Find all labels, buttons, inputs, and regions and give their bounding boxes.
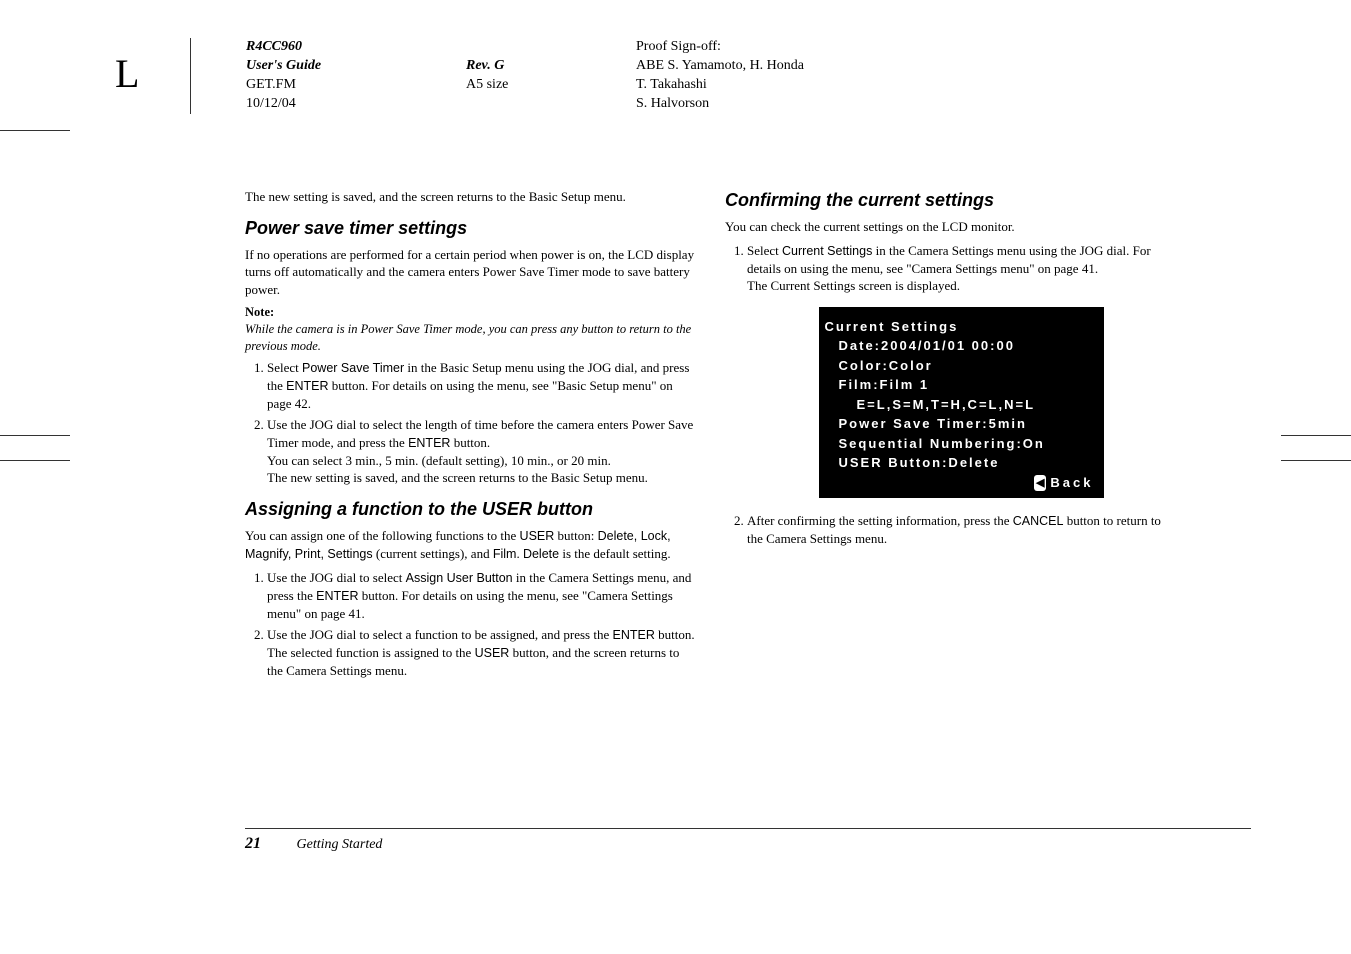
text: After confirming the setting information… — [747, 513, 1013, 528]
lcd-date: Date:2004/01/01 00:00 — [829, 336, 1094, 356]
lcd-color: Color:Color — [829, 356, 1094, 376]
text: button. — [450, 435, 490, 450]
confirm-step-1: Select Current Settings in the Camera Se… — [747, 242, 1175, 498]
confirm-intro: You can check the current settings on th… — [725, 218, 1175, 236]
signoff-2: T. Takahashi — [636, 76, 804, 95]
note-label: Note: — [245, 304, 695, 321]
crop-line — [1281, 460, 1351, 461]
text: button: — [554, 528, 597, 543]
header-right: Proof Sign-off: ABE S. Yamamoto, H. Hond… — [636, 38, 804, 114]
paper-size: A5 size — [466, 76, 636, 95]
power-step-2: Use the JOG dial to select the length of… — [267, 416, 695, 487]
lcd-power: Power Save Timer:5min — [829, 414, 1094, 434]
header-date: 10/12/04 — [246, 95, 466, 114]
intro-text: The new setting is saved, and the screen… — [245, 188, 695, 206]
doc-code: R4CC960 — [246, 38, 466, 57]
ui-term: ENTER — [316, 589, 358, 603]
ui-term: ENTER — [286, 379, 328, 393]
text: is the default setting. — [559, 546, 671, 561]
signoff-label: Proof Sign-off: — [636, 38, 804, 57]
header-left: R4CC960 User's Guide GET.FM 10/12/04 — [246, 38, 466, 114]
revision: Rev. G — [466, 57, 636, 76]
text: button. — [655, 627, 695, 642]
footer-rule — [245, 828, 1251, 829]
crop-line — [0, 435, 70, 436]
text: You can assign one of the following func… — [245, 528, 520, 543]
content: The new setting is saved, and the screen… — [245, 188, 1251, 686]
text: The selected function is assigned to the… — [267, 644, 695, 679]
right-column: Confirming the current settings You can … — [725, 188, 1175, 686]
header: R4CC960 User's Guide GET.FM 10/12/04 Rev… — [190, 38, 1251, 114]
power-steps: Select Power Save Timer in the Basic Set… — [245, 359, 695, 487]
page-number: 21 — [245, 835, 261, 852]
assign-intro: You can assign one of the following func… — [245, 527, 695, 563]
doc-title: User's Guide — [246, 57, 466, 76]
heading-confirm: Confirming the current settings — [725, 188, 1175, 212]
lcd-user: USER Button:Delete — [829, 453, 1094, 473]
heading-power-save: Power save timer settings — [245, 216, 695, 240]
lcd-screenshot: Current Settings Date:2004/01/01 00:00 C… — [819, 307, 1104, 499]
text: The Current Settings screen is displayed… — [747, 277, 1175, 295]
section-title: Getting Started — [297, 837, 383, 852]
crop-line — [0, 130, 70, 131]
heading-assign: Assigning a function to the USER button — [245, 497, 695, 521]
power-intro: If no operations are performed for a cer… — [245, 246, 695, 299]
ui-term: ENTER — [613, 628, 655, 642]
signoff-1: ABE S. Yamamoto, H. Honda — [636, 57, 804, 76]
assign-steps: Use the JOG dial to select Assign User B… — [245, 569, 695, 680]
ui-term: USER — [520, 529, 555, 543]
confirm-step-2: After confirming the setting information… — [747, 512, 1175, 547]
confirm-steps: Select Current Settings in the Camera Se… — [725, 242, 1175, 548]
note-body: While the camera is in Power Save Timer … — [245, 321, 695, 355]
lcd-seq: Sequential Numbering:On — [829, 434, 1094, 454]
header-mid: Rev. G A5 size — [466, 38, 636, 114]
text: (current settings), and — [373, 546, 493, 561]
lcd-back-label: Back — [1050, 475, 1093, 490]
filename: GET.FM — [246, 76, 466, 95]
text: Use the JOG dial to select a function to… — [267, 627, 613, 642]
crop-mark: L — [115, 50, 139, 97]
ui-term: Assign User Button — [406, 571, 513, 585]
power-step-1: Select Power Save Timer in the Basic Set… — [267, 359, 695, 412]
lcd-params: E=L,S=M,T=H,C=L,N=L — [829, 395, 1094, 415]
text: Select — [747, 243, 782, 258]
assign-step-1: Use the JOG dial to select Assign User B… — [267, 569, 695, 622]
ui-term: Film — [493, 547, 517, 561]
footer: 21 Getting Started — [245, 828, 1251, 853]
ui-term: Delete — [523, 547, 559, 561]
text: You can select 3 min., 5 min. (default s… — [267, 452, 695, 470]
text: button. For details on using the menu, s… — [267, 378, 673, 411]
text: The new setting is saved, and the screen… — [267, 469, 695, 487]
signoff-3: S. Halvorson — [636, 95, 804, 114]
lcd-film: Film:Film 1 — [829, 375, 1094, 395]
text: Select — [267, 360, 302, 375]
lcd-back-row: ◀ Back — [829, 473, 1094, 493]
crop-line — [1281, 435, 1351, 436]
crop-line — [0, 460, 70, 461]
left-column: The new setting is saved, and the screen… — [245, 188, 695, 686]
text: Use the JOG dial to select — [267, 570, 406, 585]
text: The selected function is assigned to the — [267, 645, 475, 660]
ui-term: Power Save Timer — [302, 361, 404, 375]
back-icon: ◀ — [1034, 475, 1046, 492]
ui-term: Current Settings — [782, 244, 872, 258]
ui-term: ENTER — [408, 436, 450, 450]
ui-term: USER — [475, 646, 510, 660]
footer-text: 21 Getting Started — [245, 835, 1251, 853]
ui-term: CANCEL — [1013, 514, 1064, 528]
assign-step-2: Use the JOG dial to select a function to… — [267, 626, 695, 679]
lcd-title: Current Settings — [825, 317, 1094, 337]
